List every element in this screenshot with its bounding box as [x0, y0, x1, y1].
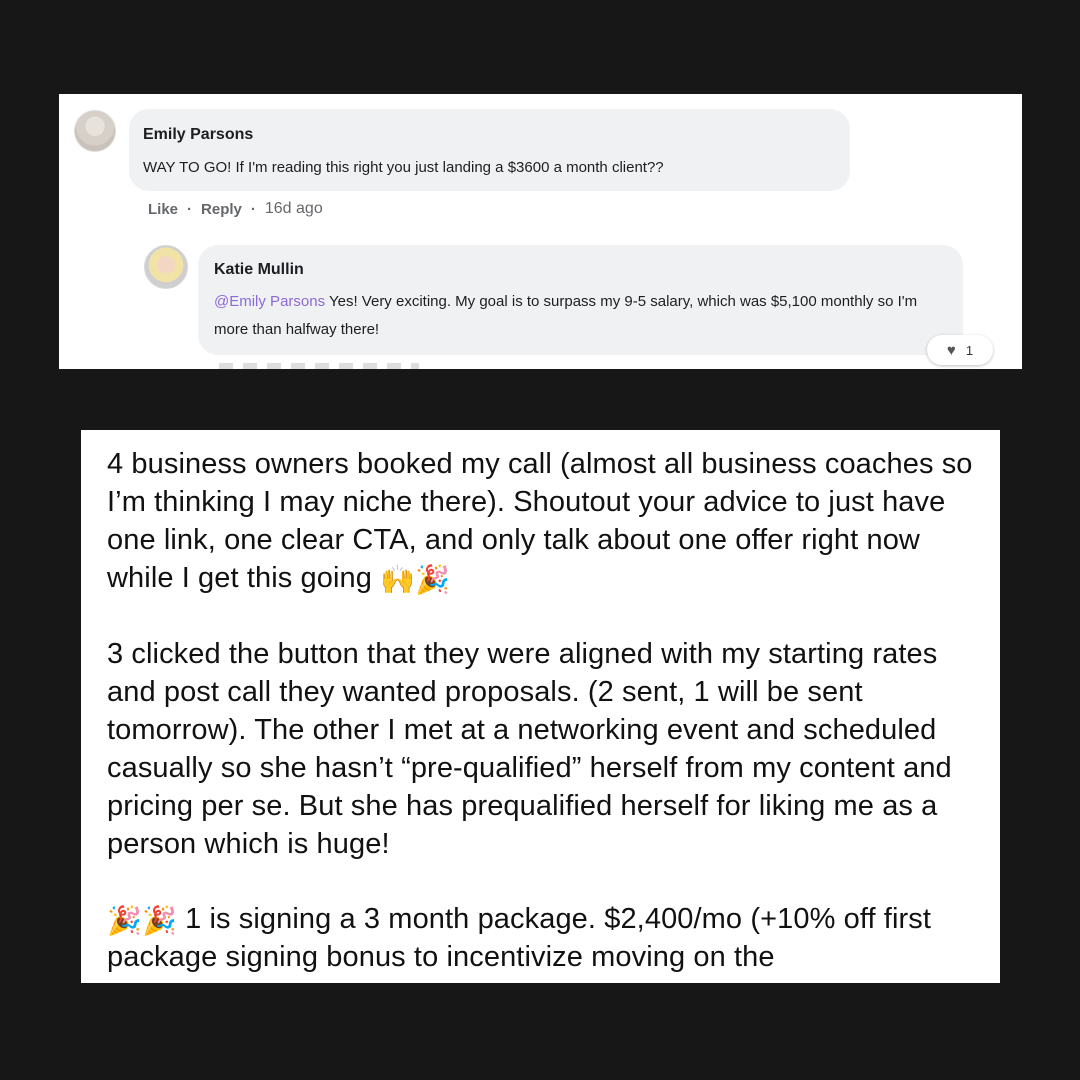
paragraph-text: 4 business owners booked my call (almost… — [107, 448, 973, 594]
comment-author[interactable]: Emily Parsons — [143, 126, 253, 144]
comment-timestamp[interactable]: 16d ago — [265, 200, 323, 218]
truncated-actions-row — [219, 363, 419, 369]
avatar[interactable] — [74, 110, 116, 152]
reply-button[interactable]: Reply — [201, 201, 242, 218]
paragraph-text: 1 is signing a 3 month package. $2,400/m… — [107, 903, 932, 973]
party-popper-icon: 🎉🎉 — [107, 905, 177, 936]
reaction-count: 1 — [965, 342, 974, 358]
reply-bubble: Katie Mullin @Emily Parsons Yes! Very ex… — [198, 245, 963, 355]
comment-text: WAY TO GO! If I'm reading this right you… — [143, 159, 664, 176]
notes-card: 4 business owners booked my call (almost… — [81, 430, 1000, 983]
avatar[interactable] — [144, 245, 188, 289]
reply-author[interactable]: Katie Mullin — [214, 261, 304, 279]
reaction-badge[interactable]: ♥ 1 — [927, 335, 993, 365]
heart-icon: ♥ — [946, 341, 956, 359]
comment-actions: Like · Reply · 16d ago — [148, 200, 323, 218]
reply-text: @Emily Parsons Yes! Very exciting. My go… — [214, 288, 949, 344]
comment-thread-card: Emily Parsons WAY TO GO! If I'm reading … — [59, 94, 1022, 369]
notes-paragraph: 3 clicked the button that they were alig… — [107, 638, 952, 860]
separator-dot: · — [250, 200, 256, 218]
comment-bubble: Emily Parsons WAY TO GO! If I'm reading … — [129, 109, 850, 191]
celebration-icon: 🙌🎉 — [380, 564, 451, 595]
separator-dot: · — [187, 200, 193, 218]
like-button[interactable]: Like — [148, 201, 178, 218]
mention-link[interactable]: @Emily Parsons — [214, 293, 325, 310]
notes-paragraph: 4 business owners booked my call (almost… — [107, 445, 987, 597]
notes-paragraph: 🎉🎉 1 is signing a 3 month package. $2,40… — [107, 900, 987, 976]
